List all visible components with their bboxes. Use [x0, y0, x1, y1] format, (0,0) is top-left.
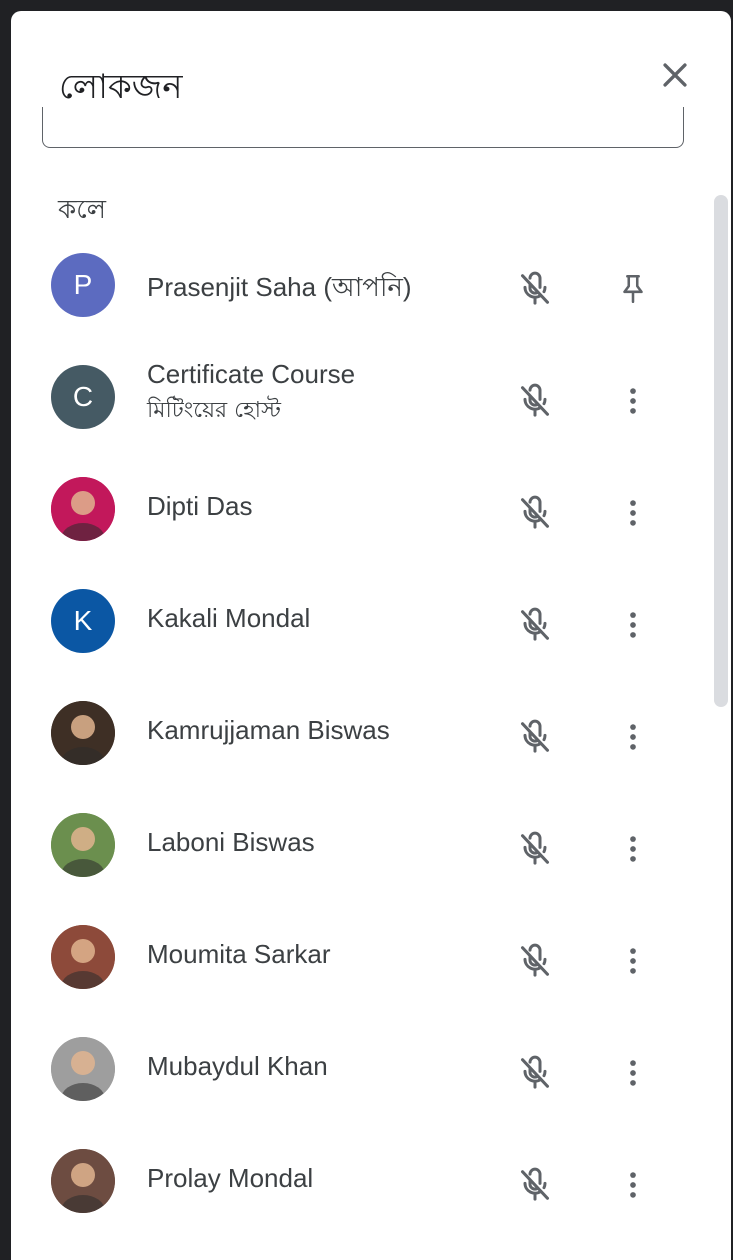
- mic-off-icon: [521, 383, 549, 417]
- more-vert-icon: [630, 1172, 636, 1198]
- mic-off-icon: [521, 719, 549, 753]
- participant-name: Moumita Sarkar: [147, 939, 331, 969]
- avatar-photo-icon: [51, 701, 115, 765]
- participant-name: Mubaydul Khan: [147, 1051, 328, 1081]
- avatar: K: [51, 589, 115, 653]
- participant-row[interactable]: Prolay Mondal: [11, 1125, 711, 1237]
- participant-list: P Prasenjit Saha (আপনি) C Certificate Cours…: [11, 229, 711, 1237]
- avatar: [51, 477, 115, 541]
- more-vert-icon: [630, 612, 636, 638]
- avatar: [51, 1149, 115, 1213]
- mic-off-icon: [521, 495, 549, 529]
- mic-off-icon: [521, 607, 549, 641]
- participant-name: Kakali Mondal: [147, 603, 311, 633]
- more-options-button[interactable]: [609, 1161, 657, 1209]
- more-options-button[interactable]: [609, 825, 657, 873]
- participant-name: Dipti Das: [147, 491, 253, 521]
- mic-off-icon: [521, 1167, 549, 1201]
- mute-status-button[interactable]: [511, 489, 559, 537]
- participant-name: Prasenjit Saha (আপনি): [147, 272, 412, 302]
- participant-row[interactable]: P Prasenjit Saha (আপনি): [11, 229, 711, 341]
- participant-row[interactable]: Mubaydul Khan: [11, 1013, 711, 1125]
- avatar-photo-icon: [51, 477, 115, 541]
- pin-button[interactable]: [609, 265, 657, 313]
- more-vert-icon: [630, 388, 636, 414]
- participant-row[interactable]: Kamrujjaman Biswas: [11, 677, 711, 789]
- more-options-button[interactable]: [609, 937, 657, 985]
- more-vert-icon: [630, 724, 636, 750]
- participant-name: Certificate Course: [147, 359, 356, 389]
- section-label-in-call: কলে: [58, 195, 107, 225]
- more-options-button[interactable]: [609, 377, 657, 425]
- participant-name: Laboni Biswas: [147, 827, 315, 857]
- more-options-button[interactable]: [609, 713, 657, 761]
- avatar: P: [51, 253, 115, 317]
- avatar: [51, 813, 115, 877]
- mute-status-button[interactable]: [511, 1161, 559, 1209]
- avatar-letter: P: [73, 269, 93, 300]
- people-panel: লোকজন কলে P Prasenjit Saha (আপনি) C Certifi…: [11, 11, 731, 1260]
- mic-off-icon: [521, 831, 549, 865]
- more-options-button[interactable]: [609, 489, 657, 537]
- participant-row[interactable]: K Kakali Mondal: [11, 565, 711, 677]
- mute-status-button[interactable]: [511, 713, 559, 761]
- mute-status-button[interactable]: [511, 601, 559, 649]
- avatar-photo-icon: [51, 1037, 115, 1101]
- avatar-photo-icon: [51, 813, 115, 877]
- mic-off-icon: [521, 943, 549, 977]
- mute-status-button[interactable]: [511, 937, 559, 985]
- more-vert-icon: [630, 836, 636, 862]
- more-vert-icon: [630, 500, 636, 526]
- more-options-button[interactable]: [609, 1049, 657, 1097]
- avatar-letter: C: [72, 381, 94, 412]
- search-input[interactable]: [42, 107, 684, 148]
- avatar: C: [51, 365, 115, 429]
- more-vert-icon: [630, 1060, 636, 1086]
- more-options-button[interactable]: [609, 601, 657, 649]
- close-button[interactable]: [655, 55, 695, 95]
- participant-name: Prolay Mondal: [147, 1163, 314, 1193]
- participant-row[interactable]: Moumita Sarkar: [11, 901, 711, 1013]
- mic-off-icon: [521, 1055, 549, 1089]
- mute-status-button[interactable]: [511, 1049, 559, 1097]
- avatar-photo-icon: [51, 1149, 115, 1213]
- avatar-letter: K: [73, 605, 93, 636]
- mute-status-button[interactable]: [511, 377, 559, 425]
- mic-off-icon: [521, 271, 549, 305]
- more-vert-icon: [630, 948, 636, 974]
- participant-row[interactable]: C Certificate Course মিটিংয়ের হোস্ট: [11, 341, 711, 453]
- avatar: [51, 925, 115, 989]
- close-icon: [663, 63, 687, 87]
- avatar-photo-icon: [51, 925, 115, 989]
- scrollbar[interactable]: [714, 195, 728, 707]
- avatar: [51, 1037, 115, 1101]
- pin-icon: [623, 274, 643, 304]
- participant-row[interactable]: Laboni Biswas: [11, 789, 711, 901]
- avatar: [51, 701, 115, 765]
- participant-row[interactable]: Dipti Das: [11, 453, 711, 565]
- participant-name: Kamrujjaman Biswas: [147, 715, 390, 745]
- mute-status-button[interactable]: [511, 825, 559, 873]
- participant-role: মিটিংয়ের হোস্ট: [147, 398, 281, 423]
- mute-status-button[interactable]: [511, 265, 559, 313]
